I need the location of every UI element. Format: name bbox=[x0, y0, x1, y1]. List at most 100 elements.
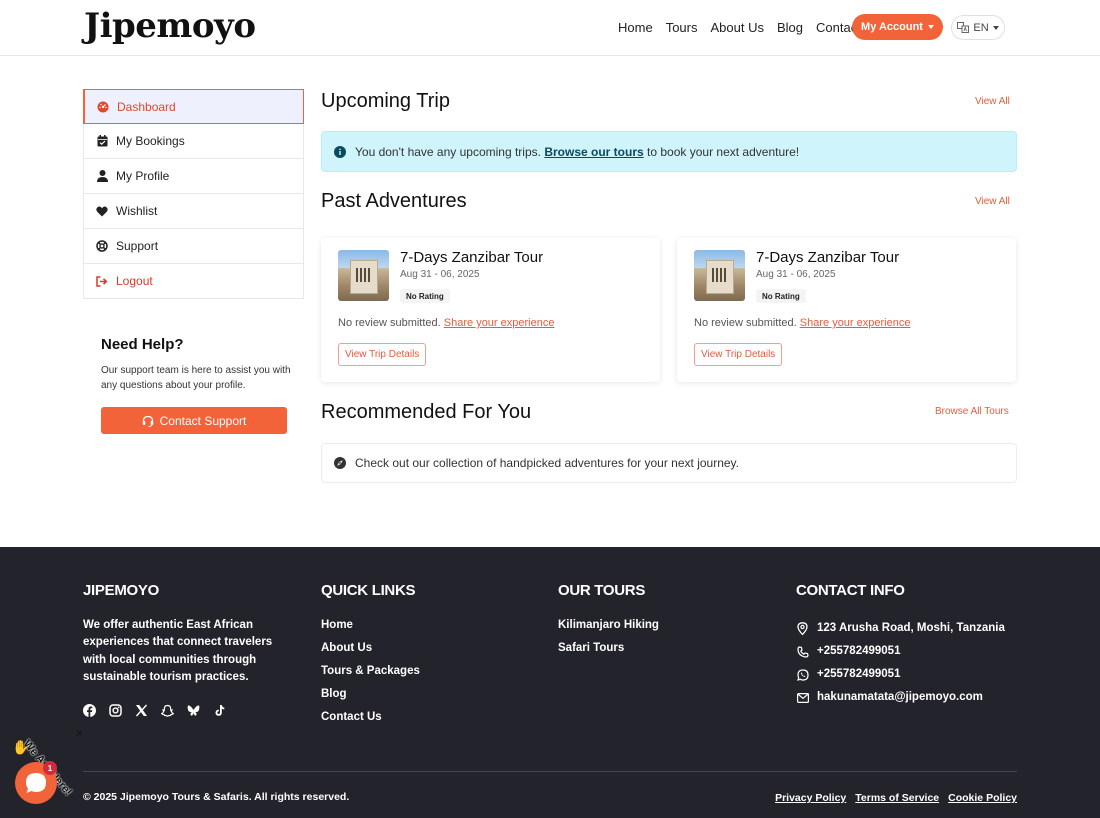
quick-links-title: QUICK LINKS bbox=[321, 582, 416, 599]
footer-quick-links-column: QUICK LINKS Home About Us Tours & Packag… bbox=[321, 582, 420, 732]
calendar-check-icon bbox=[96, 135, 108, 147]
bluesky-icon[interactable] bbox=[187, 704, 200, 717]
upcoming-trip-title: Upcoming Trip bbox=[321, 90, 450, 112]
contact-phone[interactable]: +255782499051 bbox=[796, 640, 1005, 663]
sidebar-item-label: My Bookings bbox=[116, 134, 185, 148]
footer-about-text: We offer authentic East African experien… bbox=[83, 619, 273, 683]
instagram-icon[interactable] bbox=[109, 704, 122, 717]
recommended-message: Check out our collection of handpicked a… bbox=[321, 443, 1017, 483]
chat-notification-badge: 1 bbox=[43, 761, 57, 775]
info-icon bbox=[334, 145, 346, 158]
share-experience-link[interactable]: Share your experience bbox=[444, 317, 555, 329]
help-text: Our support team is here to assist you w… bbox=[101, 365, 291, 391]
share-experience-link[interactable]: Share your experience bbox=[800, 317, 911, 329]
user-icon bbox=[96, 170, 108, 182]
footer-link-blog[interactable]: Blog bbox=[321, 686, 420, 709]
rating-badge: No Rating bbox=[756, 289, 806, 303]
legal-links: Privacy Policy Terms of Service Cookie P… bbox=[775, 792, 1017, 804]
contact-support-button[interactable]: Contact Support bbox=[101, 407, 287, 434]
review-text: No review submitted. bbox=[694, 317, 797, 329]
footer-link-contact-us[interactable]: Contact Us bbox=[321, 709, 420, 732]
nav-about-us[interactable]: About Us bbox=[710, 20, 763, 35]
past-view-all-link[interactable]: View All bbox=[975, 196, 1010, 207]
alert-text-suffix: to book your next adventure! bbox=[647, 144, 800, 159]
past-trip-card: 7-Days Zanzibar Tour Aug 31 - 06, 2025 N… bbox=[677, 238, 1016, 382]
contact-email-text: hakunamatata@jipemoyo.com bbox=[817, 691, 983, 703]
contact-address-text: 123 Arusha Road, Moshi, Tanzania bbox=[817, 622, 1005, 634]
footer-link-safari[interactable]: Safari Tours bbox=[558, 640, 659, 663]
contact-whatsapp-text: +255782499051 bbox=[817, 668, 901, 680]
tour-thumbnail bbox=[694, 250, 745, 301]
footer-link-about-us[interactable]: About Us bbox=[321, 640, 420, 663]
snapchat-icon[interactable] bbox=[161, 704, 174, 717]
past-adventures-title: Past Adventures bbox=[321, 190, 467, 212]
tour-dates: Aug 31 - 06, 2025 bbox=[400, 269, 480, 280]
contact-support-label: Contact Support bbox=[159, 413, 247, 428]
footer-tours-column: OUR TOURS Kilimanjaro Hiking Safari Tour… bbox=[558, 582, 659, 663]
facebook-icon[interactable] bbox=[83, 704, 96, 717]
envelope-icon bbox=[796, 691, 809, 704]
dashboard-icon bbox=[97, 101, 109, 113]
sidebar-item-label: Dashboard bbox=[117, 99, 176, 114]
sidebar-item-label: Logout bbox=[116, 274, 153, 288]
nav-home[interactable]: Home bbox=[618, 20, 653, 35]
contact-address: 123 Arusha Road, Moshi, Tanzania bbox=[796, 617, 1005, 640]
view-trip-details-button[interactable]: View Trip Details bbox=[694, 343, 783, 366]
sidebar-item-support[interactable]: Support bbox=[83, 229, 304, 264]
no-upcoming-trips-alert: You don't have any upcoming trips. Brows… bbox=[321, 131, 1017, 172]
my-account-button[interactable]: My Account bbox=[852, 14, 943, 40]
upcoming-view-all-link[interactable]: View All bbox=[975, 96, 1010, 107]
chat-close-icon[interactable]: × bbox=[76, 726, 83, 740]
headset-icon bbox=[142, 415, 153, 427]
past-trip-card: 7-Days Zanzibar Tour Aug 31 - 06, 2025 N… bbox=[321, 238, 660, 382]
sidebar-item-logout[interactable]: Logout bbox=[83, 264, 304, 299]
whatsapp-icon bbox=[796, 668, 809, 681]
site-header: Jipemoyo Home Tours About Us Blog Contac… bbox=[0, 0, 1100, 56]
cookie-policy-link[interactable]: Cookie Policy bbox=[948, 792, 1017, 804]
recommended-title: Recommended For You bbox=[321, 401, 532, 423]
sidebar-item-wishlist[interactable]: Wishlist bbox=[83, 194, 304, 229]
footer-link-tours-packages[interactable]: Tours & Packages bbox=[321, 663, 420, 686]
terms-of-service-link[interactable]: Terms of Service bbox=[855, 792, 939, 804]
footer-link-kilimanjaro[interactable]: Kilimanjaro Hiking bbox=[558, 617, 659, 640]
contact-email[interactable]: hakunamatata@jipemoyo.com bbox=[796, 686, 1005, 709]
help-title: Need Help? bbox=[101, 336, 184, 353]
contact-info-title: CONTACT INFO bbox=[796, 582, 905, 599]
sidebar-item-label: Support bbox=[116, 239, 159, 253]
recommended-text: Check out our collection of handpicked a… bbox=[355, 456, 739, 470]
account-sidebar: Dashboard My Bookings My Profile Wishlis… bbox=[83, 89, 304, 299]
tour-thumbnail bbox=[338, 250, 389, 301]
phone-icon bbox=[796, 645, 809, 658]
browse-all-tours-link[interactable]: Browse All Tours bbox=[935, 406, 1009, 417]
chevron-down-icon bbox=[927, 25, 934, 29]
nav-blog[interactable]: Blog bbox=[777, 20, 803, 35]
site-footer: JIPEMOYO We offer authentic East African… bbox=[0, 547, 1100, 818]
copyright-text: © 2025 Jipemoyo Tours & Safaris. All rig… bbox=[83, 791, 350, 803]
view-trip-details-button[interactable]: View Trip Details bbox=[338, 343, 427, 366]
tour-dates: Aug 31 - 06, 2025 bbox=[756, 269, 836, 280]
alert-text: You don't have any upcoming trips. bbox=[355, 144, 541, 159]
site-logo[interactable]: Jipemoyo bbox=[84, 6, 256, 46]
nav-tours[interactable]: Tours bbox=[666, 20, 698, 35]
footer-link-home[interactable]: Home bbox=[321, 617, 420, 640]
sidebar-item-my-profile[interactable]: My Profile bbox=[83, 159, 304, 194]
language-selector[interactable]: EN bbox=[951, 15, 1005, 40]
language-label: EN bbox=[973, 21, 989, 34]
privacy-policy-link[interactable]: Privacy Policy bbox=[775, 792, 846, 804]
lifebuoy-icon bbox=[96, 240, 108, 252]
sidebar-item-my-bookings[interactable]: My Bookings bbox=[83, 124, 304, 159]
contact-whatsapp[interactable]: +255782499051 bbox=[796, 663, 1005, 686]
chat-bubble-icon bbox=[26, 773, 46, 793]
rating-badge: No Rating bbox=[400, 289, 450, 303]
footer-about-column: JIPEMOYO We offer authentic East African… bbox=[83, 582, 293, 686]
chevron-down-icon bbox=[992, 25, 999, 30]
tiktok-icon[interactable] bbox=[213, 704, 226, 717]
browse-tours-link[interactable]: Browse our tours bbox=[544, 145, 643, 159]
logout-icon bbox=[96, 275, 108, 287]
contact-phone-text: +255782499051 bbox=[817, 645, 901, 657]
heart-icon bbox=[96, 205, 108, 217]
sidebar-item-dashboard[interactable]: Dashboard bbox=[83, 89, 304, 124]
sidebar-item-label: My Profile bbox=[116, 169, 170, 183]
x-icon[interactable] bbox=[135, 704, 148, 717]
map-pin-icon bbox=[796, 622, 809, 635]
